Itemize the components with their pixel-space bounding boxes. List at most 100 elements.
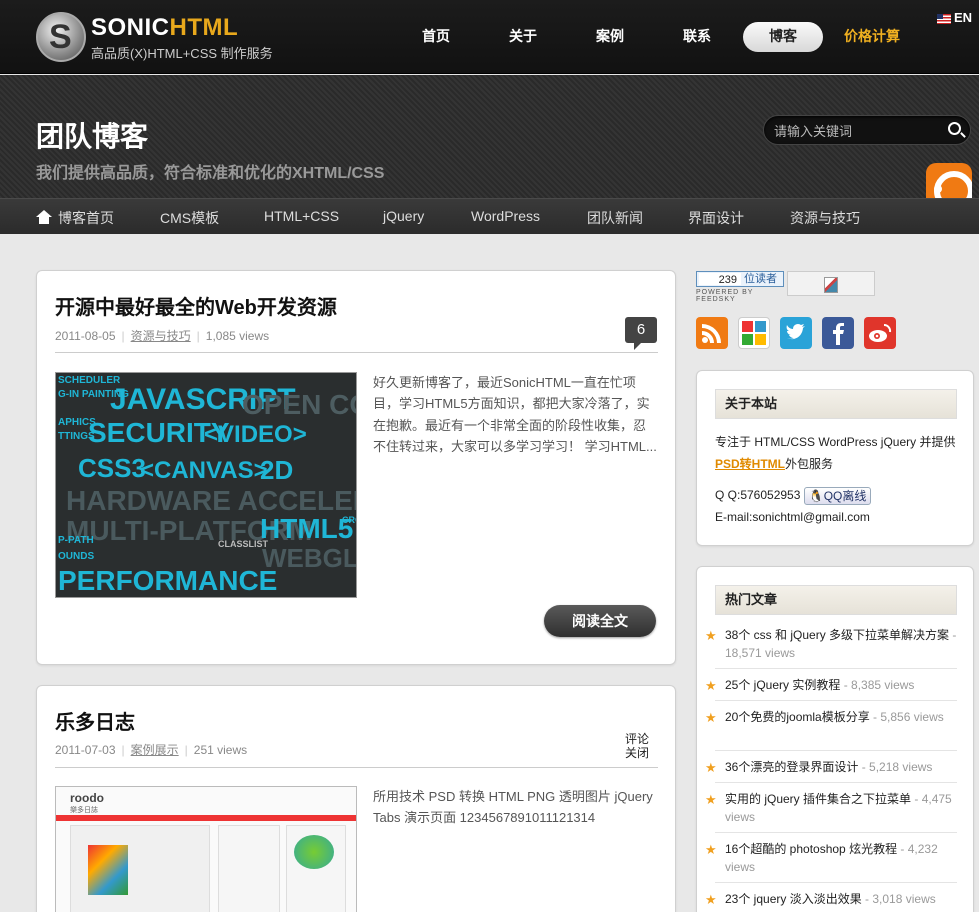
divider [55,352,658,353]
post-category-link[interactable]: 资源与技巧 [131,329,191,343]
thumb-word: <CANVAS> [140,457,268,484]
thumb-word: PERFORMANCE [58,565,278,596]
thumb-image [88,845,128,895]
popular-posts-widget: 热门文章 ★ 38个 css 和 jQuery 多级下拉菜单解决方案 - 18,5… [696,566,974,912]
widget-title: 热门文章 [715,585,957,615]
divider [715,782,957,783]
thumb-balloons [294,835,334,869]
popular-post-title[interactable]: 20个免费的joomla模板分享 [725,710,870,724]
search-icon[interactable] [948,122,961,135]
post-date: 2011-08-05 [55,329,116,343]
popular-post-item[interactable]: ★ 23个 jquery 淡入淡出效果 - 3,018 views [705,890,957,908]
read-more-button[interactable]: 阅读全文 [544,605,656,637]
thumb-word: <VIDEO> [204,421,307,448]
rss-feed-icon[interactable] [926,163,972,199]
post-card: 乐多日志 2011-07-03 | 案例展示 | 251 views 评论关闭 rood… [36,685,676,912]
divider [715,700,957,701]
popular-post-item[interactable]: ★ 实用的 jQuery 插件集合之下拉菜单 - 4,475 views [705,790,957,826]
google-icon[interactable] [738,317,770,349]
popular-post-title[interactable]: 16个超酷的 photoshop 炫光教程 [725,842,897,856]
nav-home[interactable]: 首页 [405,22,467,52]
popular-post-item[interactable]: ★ 36个漂亮的登录界面设计 - 5,218 views [705,758,957,776]
feed-brand: POWERED BY FEEDSKY [696,289,754,303]
subnav-cms-templates[interactable]: CMS模板 [160,208,219,228]
star-icon: ★ [705,892,717,907]
post-thumbnail[interactable]: roodo 樂多日誌 [55,786,357,912]
twitter-icon[interactable] [780,317,812,349]
home-icon [36,210,52,224]
psd-to-html-link[interactable]: PSD转HTML [715,457,785,471]
popular-post-item[interactable]: ★ 38个 css 和 jQuery 多级下拉菜单解决方案 - 18,571 vi… [705,626,957,662]
search-input[interactable] [774,121,939,141]
post-title[interactable]: 开源中最好最全的Web开发资源 [55,291,337,320]
post-meta: 2011-07-03 | 案例展示 | 251 views [55,743,248,757]
popular-post-item[interactable]: ★ 25个 jQuery 实例教程 - 8,385 views [705,676,957,694]
thumb-word: 2D [260,455,294,485]
subnav-ui-design[interactable]: 界面设计 [688,208,744,228]
nav-blog[interactable]: 博客 [743,22,823,52]
facebook-icon[interactable] [822,317,854,349]
comment-count-bubble[interactable]: 6 [625,317,657,350]
thumb-subtitle: 樂多日誌 [70,807,98,814]
top-bar: S SONICHTML 高品质(X)HTML+CSS 制作服务 首页 关于 案例… [0,0,979,74]
post-date: 2011-07-03 [55,743,116,757]
post-views: 1,085 views [205,329,270,343]
rss-icon[interactable] [696,317,728,349]
thumb-word: HTML5 [260,513,354,544]
subnav-wordpress[interactable]: WordPress [471,208,540,224]
language-label: EN [954,10,973,25]
thumb-word: OPEN CODE [242,389,356,420]
popular-post-title[interactable]: 实用的 jQuery 插件集合之下拉菜单 [725,792,911,806]
subnav-resources[interactable]: 资源与技巧 [790,208,860,228]
post-excerpt: 好久更新博客了，最近SonicHTML一直在忙项目，学习HTML5方面知识，都把… [373,375,657,455]
qq-status-button[interactable]: 🐧QQ离线 [803,486,872,505]
subnav-blog-home[interactable]: 博客首页 [36,208,114,228]
widget-title: 关于本站 [715,389,957,419]
post-meta: 2011-08-05 | 资源与技巧 | 1,085 views [55,329,270,343]
nav-contact[interactable]: 联系 [667,22,727,52]
brand-name[interactable]: SONICHTML [91,14,238,42]
popular-post-title[interactable]: 25个 jQuery 实例教程 [725,678,840,692]
star-icon: ★ [705,792,717,807]
subnav-jquery[interactable]: jQuery [383,208,424,224]
nav-about[interactable]: 关于 [493,22,553,52]
post-category-link[interactable]: 案例展示 [131,743,179,757]
thumb-word: CROS [342,515,356,525]
post-thumbnail[interactable]: SCHEDULER G-IN PAINTING JAVASCRIPT OPEN … [55,372,357,598]
subnav-html-css[interactable]: HTML+CSS [264,208,339,224]
thumb-bar [56,815,356,821]
comments-closed-label: 评论关闭 [625,732,650,760]
about-text: 专注于 HTML/CSS WordPress jQuery 并提供 [715,435,956,449]
subnav-team-news[interactable]: 团队新闻 [587,208,643,228]
feed-box: 239 位读者 [696,271,784,287]
popular-post-item[interactable]: ★ 20个免费的joomla模板分享 - 5,856 views [705,708,957,726]
logo-icon[interactable]: S [36,12,86,62]
nav-cases[interactable]: 案例 [580,22,640,52]
popular-post-title[interactable]: 36个漂亮的登录界面设计 [725,760,858,774]
post-title[interactable]: 乐多日志 [55,706,135,735]
popular-post-title[interactable]: 23个 jquery 淡入淡出效果 [725,892,862,906]
qq-line: Q Q:576052953 🐧QQ离线 [715,485,961,507]
popular-post-title[interactable]: 38个 css 和 jQuery 多级下拉菜单解决方案 [725,628,949,642]
popular-post-views: - 5,856 views [873,710,944,724]
weibo-icon[interactable] [864,317,896,349]
popular-post-item[interactable]: ★ 16个超酷的 photoshop 炫光教程 - 4,232 views [705,840,957,876]
star-icon: ★ [705,710,717,725]
thumb-word: OUNDS [58,551,95,562]
star-icon: ★ [705,678,717,693]
about-widget: 关于本站 专注于 HTML/CSS WordPress jQuery 并提供 PS… [696,370,974,546]
divider [715,750,957,751]
star-icon: ★ [705,842,717,857]
feed-counter[interactable]: 239 位读者 POWERED BY FEEDSKY [696,271,784,303]
star-icon: ★ [705,628,717,643]
nav-pricing[interactable]: 价格计算 [836,22,908,52]
language-switch[interactable]: EN [937,10,972,25]
qq-number: Q Q:576052953 [715,488,801,502]
thumb-word: CLASSLIST [218,539,269,549]
page-title: 团队博客 [36,121,149,152]
qq-status-label: QQ离线 [823,488,867,503]
email[interactable]: E-mail:sonichtml@gmail.com [715,507,961,529]
feed-reader-count: 239 [699,273,741,286]
qq-penguin-icon: 🐧 [808,488,824,503]
divider [715,832,957,833]
